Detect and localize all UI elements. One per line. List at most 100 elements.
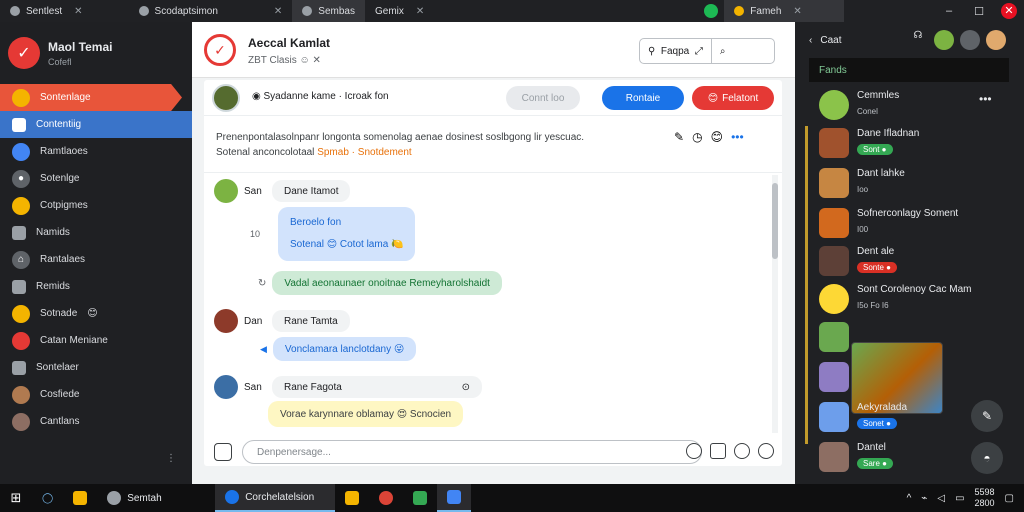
- taskbar-app-active[interactable]: Corchelatelsion: [215, 484, 336, 512]
- avatar[interactable]: [212, 84, 240, 112]
- sidebar-item[interactable]: Sotnade 😊: [0, 300, 192, 327]
- thumbnail-icon[interactable]: [819, 322, 849, 352]
- list-item[interactable]: Dent ale Sonte ●: [819, 246, 897, 276]
- sidebar-item[interactable]: Catan Meniane: [0, 327, 192, 354]
- minimize-icon[interactable]: –: [934, 5, 964, 17]
- emoji-icon[interactable]: [686, 443, 702, 459]
- chat-app-icon[interactable]: [403, 484, 437, 512]
- close-window-icon[interactable]: ✕: [1001, 3, 1017, 19]
- list-item[interactable]: Cemmles Conel •••: [819, 90, 992, 120]
- more-icon[interactable]: •••: [731, 130, 744, 144]
- message-row: ◀ Vonclamara lanclotdany 😜: [260, 337, 417, 361]
- sidebar-item[interactable]: Remids: [0, 273, 192, 300]
- link-icon[interactable]: ⊙: [462, 382, 470, 393]
- app-logo-icon: ✓: [8, 37, 40, 69]
- sidebar-item[interactable]: ● Sotenlge: [0, 165, 192, 192]
- file-explorer-icon[interactable]: [63, 484, 97, 512]
- browser-tab[interactable]: Scodaptsimon ✕: [129, 0, 293, 22]
- photos-app-icon[interactable]: [437, 484, 472, 512]
- avatar[interactable]: [214, 375, 238, 399]
- avatar[interactable]: [214, 179, 238, 203]
- avatar[interactable]: [986, 30, 1006, 50]
- send-icon[interactable]: [758, 443, 774, 459]
- extension-icon[interactable]: [704, 4, 719, 18]
- notifications-icon[interactable]: ▢: [1005, 493, 1014, 504]
- close-icon[interactable]: ✕: [274, 6, 282, 17]
- avatar[interactable]: [934, 30, 954, 50]
- close-icon[interactable]: ✕: [313, 55, 321, 66]
- voice-icon[interactable]: [734, 443, 750, 459]
- avatar-icon: [12, 304, 30, 323]
- search-box[interactable]: ⚲ Faqpa ⤢ ⌕: [639, 38, 775, 64]
- reply-icon[interactable]: ↻: [258, 278, 266, 289]
- list-item[interactable]: Sofnerconlagy Soment I00: [819, 208, 958, 238]
- avatar: [819, 208, 849, 238]
- browser-tab-active[interactable]: Sembas: [292, 0, 365, 22]
- sidebar-item[interactable]: Cosfiede: [0, 381, 192, 408]
- message-input[interactable]: Denpenersage...: [242, 440, 702, 464]
- close-icon[interactable]: ✕: [74, 6, 82, 17]
- sidebar-item-active[interactable]: Sontenlage: [0, 84, 182, 111]
- user-filter[interactable]: ⚲ Faqpa ⤢: [640, 39, 711, 63]
- chevron-left-icon[interactable]: ‹: [809, 35, 812, 46]
- list-item[interactable]: Dane Ifladnan Sont ●: [819, 128, 919, 158]
- user-icon: ●: [12, 169, 30, 188]
- clock[interactable]: 5598 2800: [975, 487, 995, 509]
- scroll-arrows-icon[interactable]: ⋮: [166, 453, 176, 464]
- browser-tab[interactable]: Fameh ✕: [724, 0, 845, 22]
- system-tray: ^ ⌁ ◁ ▭ 5598 2800 ▢: [907, 484, 1014, 512]
- network-icon[interactable]: ⌁: [921, 493, 927, 504]
- volume-icon[interactable]: ◁: [937, 493, 945, 504]
- reply-icon[interactable]: ◀: [260, 344, 267, 355]
- sidebar-item[interactable]: Sontelaer: [0, 354, 192, 381]
- right-panel-tab[interactable]: Fands: [809, 58, 1009, 82]
- avatar[interactable]: [214, 309, 238, 333]
- browser-tab[interactable]: Gemix ✕: [365, 0, 434, 22]
- search-icon[interactable]: ⌕: [710, 39, 734, 63]
- chat-bubble-icon[interactable]: ◓: [971, 442, 1003, 474]
- sidebar-item[interactable]: ⌂ Rantalaes: [0, 246, 192, 273]
- edit-icon[interactable]: ✎: [971, 400, 1003, 432]
- sidebar-item[interactable]: Contentiig: [0, 111, 192, 138]
- headset-icon[interactable]: ☊: [908, 30, 928, 50]
- notice-text: Prenenpontalasolnpanr longonta somenolag…: [216, 130, 656, 160]
- search-icon[interactable]: ◯: [32, 484, 63, 512]
- sidebar-item[interactable]: Namids: [0, 219, 192, 246]
- sender-name: San: [244, 381, 262, 393]
- browser-tab[interactable]: Sentlest ✕: [0, 0, 93, 22]
- sidebar-item[interactable]: Cotpigmes: [0, 192, 192, 219]
- chrome-icon[interactable]: [369, 484, 403, 512]
- maximize-icon[interactable]: ☐: [964, 5, 994, 18]
- clock-icon[interactable]: ◷: [692, 130, 702, 144]
- disabled-button[interactable]: Connt loo: [506, 86, 580, 110]
- emoji-icon[interactable]: 😊: [711, 130, 724, 144]
- taskbar-app[interactable]: Semtah: [97, 484, 215, 512]
- folder-icon[interactable]: [335, 484, 369, 512]
- thumbnail-icon[interactable]: [819, 362, 849, 392]
- alert-button[interactable]: 😊 Felatont: [692, 86, 774, 110]
- attach-icon[interactable]: [214, 443, 232, 461]
- list-item[interactable]: Aekyralada Sonet ●: [819, 402, 907, 432]
- left-sidebar: ✓ Maol Temai Cofefl Sontenlage Contentii…: [0, 22, 192, 484]
- status-badge: Sont ●: [857, 144, 893, 155]
- image-icon[interactable]: [710, 443, 726, 459]
- scrollbar-thumb[interactable]: [772, 183, 778, 259]
- list-item[interactable]: Dantel Sare ●: [819, 442, 893, 472]
- list-item[interactable]: Dant lahke Ioo: [819, 168, 905, 198]
- battery-icon[interactable]: ▭: [955, 493, 964, 504]
- list-item[interactable]: Sont Corolenoy Cac Mam I5o Fo I6: [819, 284, 972, 314]
- message-bubble: Rane Tamta: [272, 310, 350, 332]
- sidebar-item[interactable]: Cantlans: [0, 408, 192, 435]
- close-icon[interactable]: ✕: [416, 6, 424, 17]
- back-label[interactable]: Caat: [820, 35, 841, 46]
- windows-start-icon[interactable]: ⊞: [0, 490, 32, 506]
- taskbar-app-label: Semtah: [127, 492, 162, 504]
- pencil-icon[interactable]: ✎: [674, 130, 684, 144]
- avatar-icon: [12, 88, 30, 107]
- chevron-up-icon[interactable]: ^: [907, 493, 912, 504]
- settings-icon[interactable]: [960, 30, 980, 50]
- sidebar-item-label: Sotenlge: [40, 173, 80, 184]
- primary-button[interactable]: Rontaie: [602, 86, 684, 110]
- sidebar-item[interactable]: Ramtlaoes: [0, 138, 192, 165]
- close-icon[interactable]: ✕: [793, 6, 801, 17]
